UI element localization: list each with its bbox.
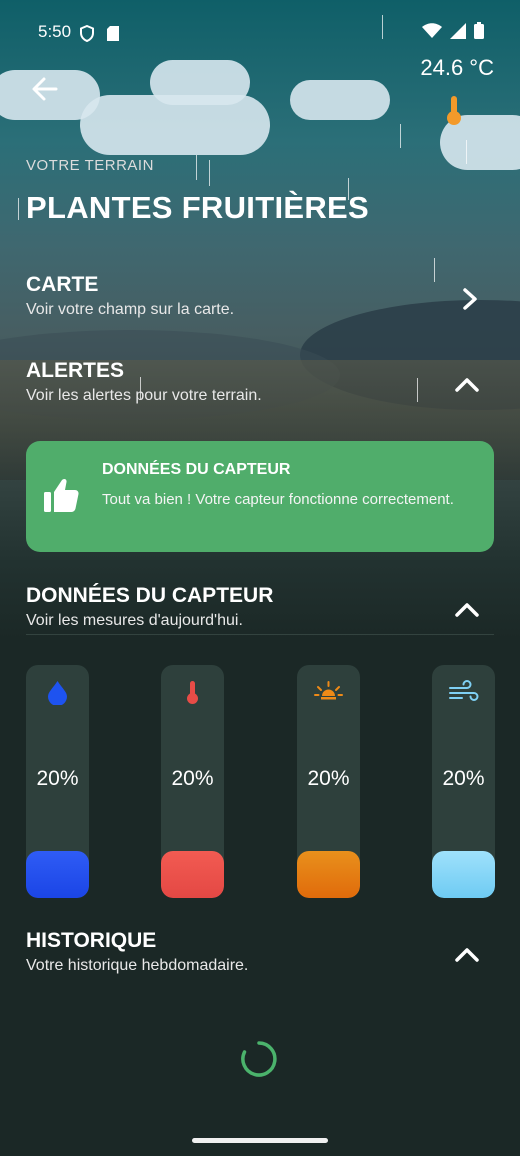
section-carte[interactable]: CARTE Voir votre champ sur la carte. [26,273,494,329]
section-alertes[interactable]: ALERTES Voir les alertes pour votre terr… [26,359,494,415]
sd-card-icon [107,26,119,41]
alert-message: Tout va bien ! Votre capteur fonctionne … [102,491,454,508]
gauge-temperature: 20% [161,665,224,898]
wind-icon [449,680,479,701]
gauge-value: 20% [442,767,485,790]
section-subtitle: Voir les mesures d'aujourd'hui. [26,612,243,629]
gauge-fill [432,851,495,898]
loading-spinner-icon [241,1041,277,1077]
gauge-value: 20% [171,767,214,790]
section-subtitle: Votre historique hebdomadaire. [26,957,249,974]
alert-title: DONNÉES DU CAPTEUR [102,461,291,478]
alert-card: DONNÉES DU CAPTEUR Tout va bien ! Votre … [26,441,494,552]
chevron-right-icon[interactable] [460,287,480,311]
sun-lamp-icon [314,681,343,700]
section-title: CARTE [26,273,99,296]
section-title: HISTORIQUE [26,929,157,952]
chevron-up-icon[interactable] [454,376,480,394]
page-title: PLANTES FRUITIÈRES [26,190,369,225]
back-arrow-icon[interactable] [28,72,62,106]
rain-drop [196,155,197,180]
section-subtitle: Voir votre champ sur la carte. [26,301,235,318]
wifi-icon [422,22,442,38]
gauge-fill [26,851,89,898]
section-subtitle: Voir les alertes pour votre terrain. [26,387,262,404]
rain-drop [209,160,210,186]
gauge-value: 20% [36,767,79,790]
cloud [150,60,250,105]
status-icons [422,22,484,39]
section-title: DONNÉES DU CAPTEUR [26,584,274,607]
shield-icon [80,25,94,42]
thermometer-icon [447,96,461,125]
thumbs-up-icon [44,478,79,512]
rain-drop [18,198,19,220]
water-drop-icon [48,681,67,705]
gauge-light: 20% [297,665,360,898]
chevron-up-icon[interactable] [454,601,480,619]
page-eyebrow: VOTRE TERRAIN [26,157,154,174]
battery-icon [474,22,484,39]
divider [26,634,494,635]
section-title: ALERTES [26,359,125,382]
chevron-up-icon[interactable] [454,946,480,964]
gauge-wind: 20% [432,665,495,898]
section-donnees-capteur[interactable]: DONNÉES DU CAPTEUR Voir les mesures d'au… [26,584,494,640]
cloud [290,80,390,120]
home-indicator[interactable] [192,1138,328,1143]
gauge-value: 20% [307,767,350,790]
temperature-readout: 24.6 °C [420,55,494,80]
gauge-humidity: 20% [26,665,89,898]
rain-drop [466,140,467,164]
rain-drop [400,124,401,148]
section-historique[interactable]: HISTORIQUE Votre historique hebdomadaire… [26,929,494,985]
gauge-fill [161,851,224,898]
gauge-fill [297,851,360,898]
status-time: 5:50 [38,22,72,41]
signal-icon [450,22,466,39]
thermometer-icon [187,681,198,704]
